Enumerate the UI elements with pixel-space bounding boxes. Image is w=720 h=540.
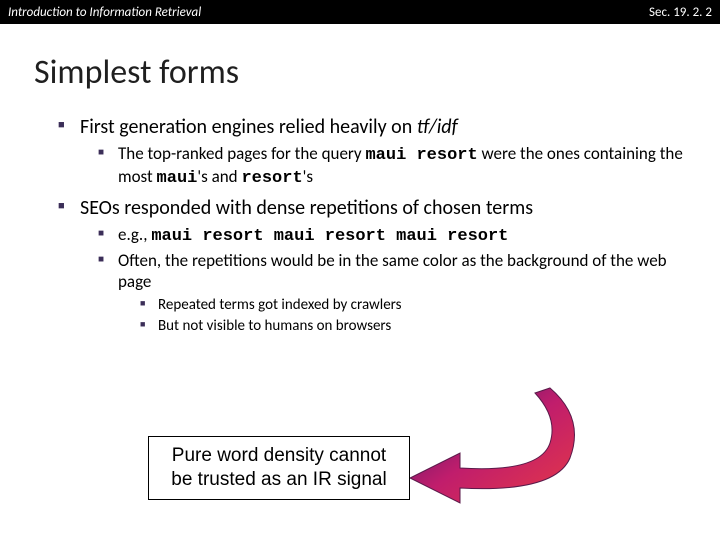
callout-box: Pure word density cannot be trusted as a… <box>148 436 410 500</box>
text: Often, the repetitions would be in the s… <box>118 250 667 292</box>
text: First generation engines relied heavily … <box>80 115 417 139</box>
header-right: Sec. 19. 2. 2 <box>649 5 712 20</box>
text: 's <box>303 166 313 187</box>
header-left: Introduction to Information Retrieval <box>8 5 201 20</box>
tfidf-term: tf/idf <box>417 115 458 139</box>
bullet-2a: e.g., maui resort maui resort maui resor… <box>98 224 690 247</box>
callout-text: Pure word density cannot be trusted as a… <box>159 444 399 492</box>
code: maui resort <box>365 146 477 165</box>
bullet-2b: Often, the repetitions would be in the s… <box>98 250 690 336</box>
curved-arrow-icon <box>400 378 590 518</box>
bullet-2: SEOs responded with dense repetitions of… <box>58 196 690 336</box>
code: resort <box>241 169 302 188</box>
bullet-2b2: But not visible to humans on browsers <box>140 317 690 336</box>
text: SEOs responded with dense repetitions of… <box>80 196 533 220</box>
text: The top-ranked pages for the query <box>118 143 365 164</box>
code: maui resort maui resort maui resort <box>151 227 508 246</box>
bullet-1: First generation engines relied heavily … <box>58 115 690 190</box>
slide-title: Simplest forms <box>34 52 720 93</box>
code: maui <box>157 169 198 188</box>
text: 's and <box>197 166 241 187</box>
bullet-list: First generation engines relied heavily … <box>58 115 690 336</box>
bullet-1a: The top-ranked pages for the query maui … <box>98 143 690 190</box>
bullet-2b1: Repeated terms got indexed by crawlers <box>140 296 690 315</box>
text: e.g., <box>118 224 151 245</box>
header-bar: Introduction to Information Retrieval Se… <box>0 0 720 24</box>
